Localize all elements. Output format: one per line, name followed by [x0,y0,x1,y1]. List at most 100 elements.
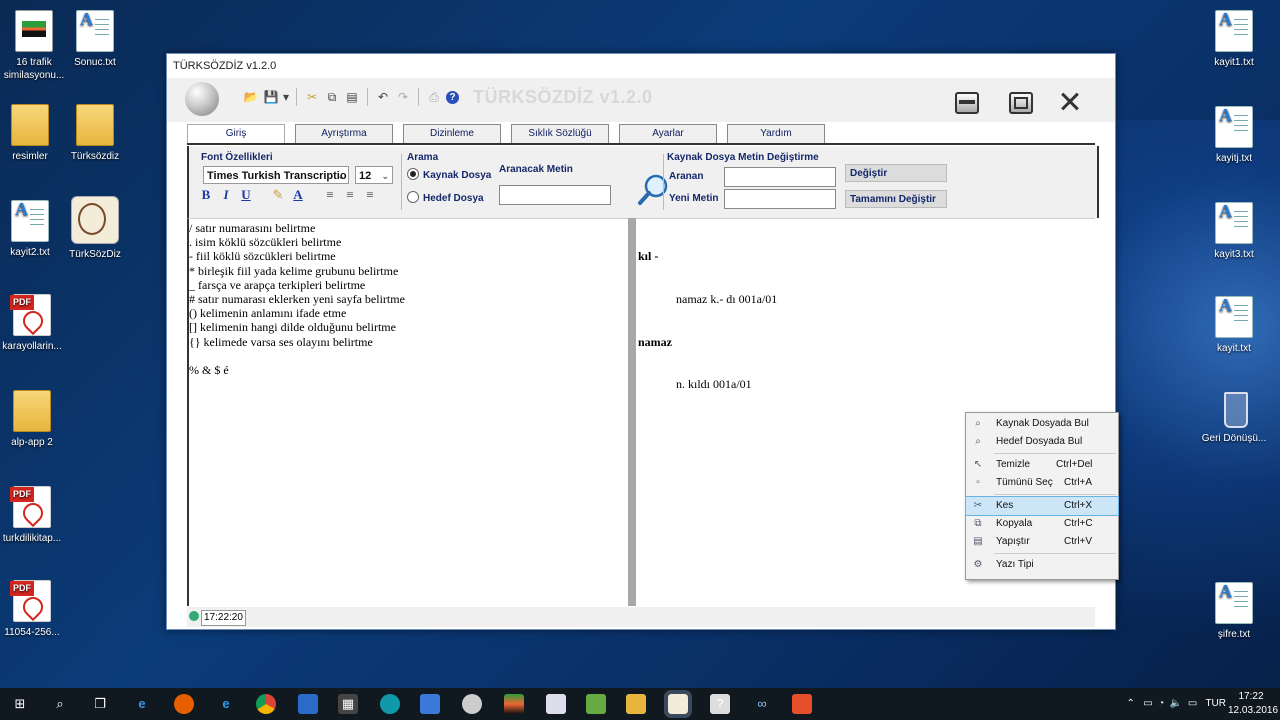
menu-item-kaynak-dosyada-bul[interactable]: ⌕ Kaynak Dosyada Bul [966,415,1118,433]
tab-dizinleme[interactable]: Dizinleme [403,124,501,143]
paste-icon[interactable]: ▤ [344,89,360,105]
app-icon[interactable] [420,694,440,714]
internet-explorer-icon[interactable]: e [216,694,236,714]
font-name-select[interactable]: Times Turkish Transcriptio ⌄ [203,166,349,184]
font-color-icon[interactable]: A [291,188,305,202]
app-icon[interactable] [586,694,606,714]
window-titlebar[interactable]: TÜRKSÖZDİZ v1.2.0 [167,54,1115,78]
menu-item-label: Kaynak Dosyada Bul [996,418,1089,429]
search-icon[interactable] [637,172,671,206]
app-icon[interactable] [546,694,566,714]
desktop-icon[interactable]: Türksözdiz [57,104,133,163]
calculator-icon[interactable]: ▦ [338,694,358,714]
desktop-icon[interactable]: şifre.txt [1196,582,1272,641]
source-line: - fiil köklü sözcükleri belirtme [189,249,336,264]
desktop-icon[interactable]: TürkSözDiz [57,196,133,261]
source-editor[interactable]: / satır numarasını belirtme. isim köklü … [187,218,628,606]
tab-ayarlar[interactable]: Ayarlar [619,124,717,143]
radio-source-label: Kaynak Dosya [423,170,492,181]
desktop-icon[interactable]: karayollarin... [0,294,70,353]
system-tray[interactable]: ⌃ ▭ ◔ 🔈 ▭ TUR [1126,688,1226,720]
replace-button[interactable]: Değiştir [845,164,947,182]
desktop-icon[interactable]: kayit1.txt [1196,10,1272,69]
app-icon[interactable]: ? [710,694,730,714]
aranan-field[interactable] [724,167,836,187]
font-size-select[interactable]: 12 ⌄ [355,166,393,184]
firefox-icon[interactable] [174,694,194,714]
save-icon[interactable]: 💾 [263,89,279,105]
volume-icon[interactable]: 🔈 [1170,698,1182,709]
menu-item-label: Temizle [996,459,1030,470]
task-view-icon[interactable]: ❐ [90,694,110,714]
tab-siklik-sozlugu[interactable]: Sıklık Sözlüğü [511,124,609,143]
tab-ayristirma[interactable]: Ayrıştırma [295,124,393,143]
maximize-button[interactable] [1009,92,1033,114]
app-icon[interactable] [504,694,524,714]
battery-icon[interactable]: ▭ [1143,698,1152,709]
desktop-icon[interactable]: kayit.txt [1196,296,1272,355]
radio-source-file[interactable]: Kaynak Dosya [407,168,491,181]
minimize-button[interactable] [955,92,979,114]
taskbar-clock[interactable]: 17:22 12.03.2016 [1228,690,1278,718]
app-icon[interactable] [792,694,812,714]
close-button[interactable] [1059,92,1079,110]
help-icon[interactable]: ? [446,90,459,104]
menu-item-tumunu-sec[interactable]: ▫ Tümünü Seç Ctrl+A [966,474,1118,492]
menu-item-temizle[interactable]: ↖ Temizle Ctrl+Del [966,456,1118,474]
desktop-icon[interactable]: 11054-256... [0,580,70,639]
menu-item-shortcut: Ctrl+X [1064,500,1093,511]
align-center-icon[interactable]: ≡ [343,188,357,202]
bold-icon[interactable]: B [199,188,213,202]
cut-icon[interactable]: ✂ [304,89,320,105]
turksozdiz-taskbar-icon[interactable] [664,690,692,718]
menu-item-hedef-dosyada-bul[interactable]: ⌕ Hedef Dosyada Bul [966,433,1118,451]
chevron-up-icon[interactable]: ⌃ [1126,698,1134,709]
search-icon: ⌕ [975,418,981,429]
source-line: _ farsça ve arapça terkipleri belirtme [189,277,366,292]
windows-start-icon[interactable]: ⊞ [10,694,30,714]
app-icon[interactable] [298,694,318,714]
menu-item-kes[interactable]: ✂ Kes Ctrl+X [965,496,1119,516]
desktop-icon[interactable]: alp-app 2 [0,390,70,449]
italic-icon[interactable]: I [219,188,233,202]
desktop-icon[interactable]: turkdilikitap... [0,486,70,545]
app-icon[interactable]: ∞ [752,694,772,714]
undo-icon[interactable]: ↶ [375,89,391,105]
save-dropdown-icon[interactable]: ▾ [283,89,289,105]
search-input[interactable] [499,185,611,205]
radio-target-file[interactable]: Hedef Dosya [407,191,484,204]
menu-item-yazi-tipi[interactable]: ⚙ Yazı Tipi [966,556,1118,574]
keyboard-icon[interactable]: ▭ [1188,698,1197,709]
network-icon[interactable]: ◔ [1158,698,1164,709]
menu-item-yapistir[interactable]: ▤ Yapıştır Ctrl+V [966,533,1118,551]
desktop-icon[interactable]: Geri Dönüşü... [1196,388,1272,445]
open-icon[interactable]: 📂 [243,89,259,105]
copy-icon[interactable]: ⧉ [324,89,340,105]
tab-giris[interactable]: Giriş [187,124,285,143]
app-icon[interactable] [380,694,400,714]
editor-splitter[interactable] [628,218,636,606]
highlight-icon[interactable]: ✎ [271,188,285,202]
replace-all-button[interactable]: Tamamını Değiştir [845,190,947,208]
align-left-icon[interactable]: ≡ [323,188,337,202]
redo-icon[interactable]: ↷ [395,89,411,105]
file-explorer-icon[interactable] [626,694,646,714]
search-icon[interactable]: ⌕ [50,694,70,714]
underline-icon[interactable]: U [239,188,253,202]
chevron-down-icon: ⌄ [337,171,345,181]
yeni-metin-field[interactable] [724,189,836,209]
yeni-metin-label: Yeni Metin [669,193,719,204]
desktop-icon[interactable]: kayit3.txt [1196,202,1272,261]
desktop-icon[interactable]: kayitj.txt [1196,106,1272,165]
desktop-icon[interactable]: Sonuc.txt [57,10,133,69]
language-indicator[interactable]: TUR [1205,698,1226,709]
app-icon[interactable] [462,694,482,714]
chrome-icon[interactable] [256,694,276,714]
tab-yardim[interactable]: Yardım [727,124,825,143]
edge-browser-icon[interactable]: e [132,694,152,714]
menu-item-kopyala[interactable]: ⧉ Kopyala Ctrl+C [966,515,1118,533]
menu-item-shortcut: Ctrl+C [1064,518,1093,529]
print-icon[interactable]: ⎙ [426,89,442,105]
app-logo-icon[interactable] [185,82,219,116]
align-right-icon[interactable]: ≡ [363,188,377,202]
